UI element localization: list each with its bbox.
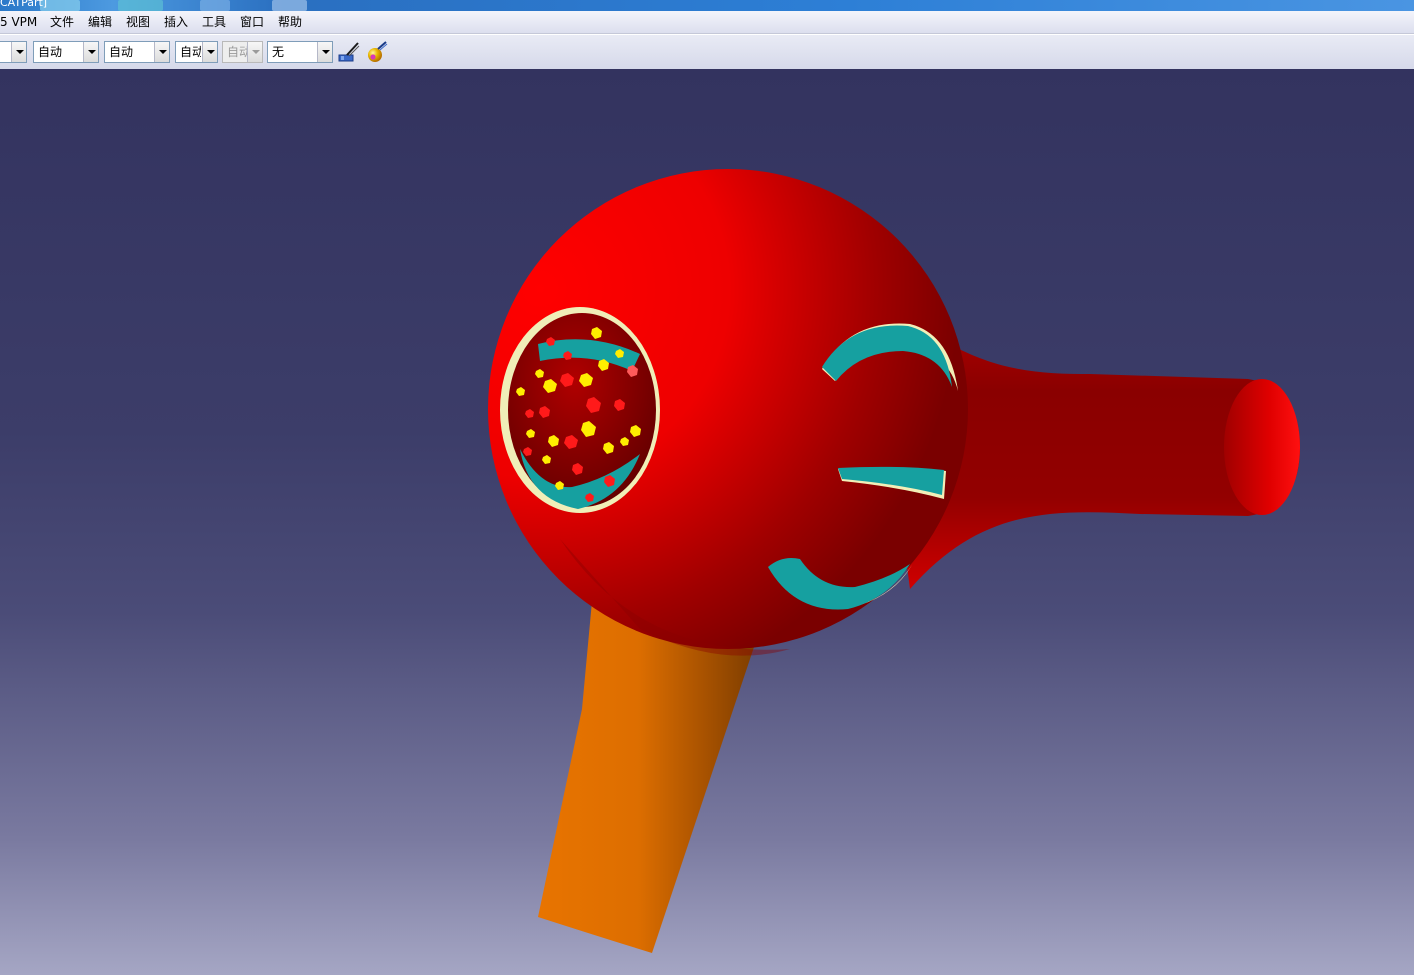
menu-help[interactable]: 帮助 [278, 14, 302, 30]
color-combo[interactable]: 自动 [33, 41, 99, 63]
nozzle-tip [1224, 379, 1300, 515]
menu-window[interactable]: 窗口 [240, 14, 264, 30]
chevron-down-icon[interactable] [11, 42, 26, 62]
menu-insert[interactable]: 插入 [164, 14, 188, 30]
chevron-down-icon[interactable] [317, 42, 332, 62]
chevron-down-icon[interactable] [154, 42, 169, 62]
menu-bar: 5 VPM 文件 编辑 视图 插入 工具 窗口 帮助 [0, 11, 1414, 34]
taskbar-thumbnail [118, 0, 163, 11]
layer-combo[interactable] [0, 41, 27, 63]
point-symbol-combo-value: 自动 [227, 45, 247, 59]
menu-view[interactable]: 视图 [126, 14, 150, 30]
chevron-down-icon[interactable] [202, 42, 217, 62]
line-type-combo[interactable]: 自动 [104, 41, 170, 63]
hair-dryer-model[interactable] [0, 69, 1414, 975]
taskbar-thumbnail [272, 0, 307, 11]
line-weight-combo-value: 自动 [180, 45, 201, 59]
chevron-down-icon[interactable] [247, 42, 262, 62]
rendering-style-combo[interactable]: 无 [267, 41, 333, 63]
material-sphere-icon[interactable] [365, 40, 389, 64]
line-type-combo-value: 自动 [109, 45, 134, 59]
chevron-down-icon[interactable] [83, 42, 98, 62]
3d-viewport[interactable] [0, 69, 1414, 975]
menu-file[interactable]: 文件 [50, 14, 74, 30]
paint-brush-icon[interactable] [337, 40, 361, 64]
color-combo-value: 自动 [38, 45, 63, 59]
menu-tools[interactable]: 工具 [202, 14, 226, 30]
menu-edit[interactable]: 编辑 [88, 14, 112, 30]
menu-vpm[interactable]: 5 VPM [0, 14, 37, 30]
taskbar-thumbnail [200, 0, 230, 11]
graphic-properties-toolbar: 自动 自动 自动 自动 无 [0, 34, 1414, 70]
point-symbol-combo[interactable]: 自动 [222, 41, 263, 63]
title-bar: CATPart] [0, 0, 1414, 11]
line-weight-combo[interactable]: 自动 [175, 41, 218, 63]
rendering-style-combo-value: 无 [272, 45, 285, 59]
window-title: CATPart] [0, 0, 48, 9]
